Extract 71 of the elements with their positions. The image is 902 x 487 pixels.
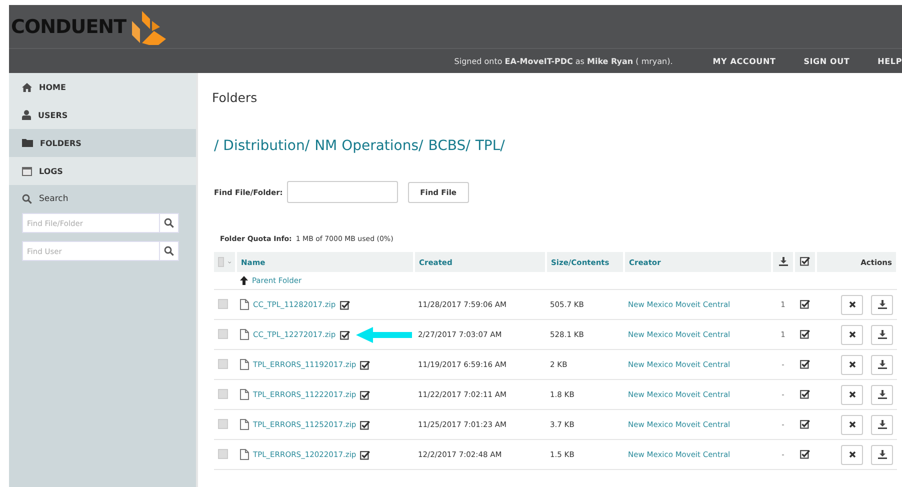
row-checkbox[interactable] — [218, 448, 228, 458]
search-icon — [164, 246, 174, 256]
header-link[interactable]: HELP — [878, 56, 902, 66]
download-icon — [878, 360, 886, 369]
search-icon — [164, 218, 174, 228]
delete-button[interactable] — [841, 444, 863, 464]
select-all-checkbox[interactable] — [218, 257, 224, 267]
file-icon — [240, 329, 249, 340]
delete-button[interactable] — [841, 324, 863, 344]
header-link[interactable]: MY ACCOUNT — [712, 56, 776, 66]
search-icon — [22, 194, 32, 204]
calendar-icon — [22, 166, 32, 176]
breadcrumb-link[interactable]: BCBS/ — [428, 138, 470, 154]
download-button[interactable] — [871, 384, 893, 404]
row-checkbox[interactable] — [218, 328, 228, 338]
row-checkbox[interactable] — [218, 418, 228, 428]
download-button[interactable] — [871, 414, 893, 434]
download-icon — [878, 420, 886, 429]
up-arrow-icon — [240, 276, 248, 285]
breadcrumb-link[interactable]: NM Operations/ — [314, 138, 424, 154]
checked-box-icon — [360, 360, 370, 370]
download-button[interactable] — [871, 444, 893, 464]
find-field[interactable] — [286, 181, 398, 203]
close-icon — [848, 361, 856, 368]
breadcrumb-link[interactable]: TPL/ — [475, 138, 505, 154]
download-icon — [878, 390, 886, 399]
checked-box-icon — [360, 390, 370, 400]
download-button[interactable] — [871, 294, 893, 314]
logo-text: CONDUENT — [11, 16, 126, 38]
close-icon — [848, 421, 856, 428]
download-icon — [878, 330, 886, 339]
row-checkbox[interactable] — [218, 388, 228, 398]
delete-button[interactable] — [841, 384, 863, 404]
folder-icon — [22, 139, 33, 147]
row-checkbox[interactable] — [218, 358, 228, 368]
file-icon — [240, 389, 249, 400]
signed-in-text: Signed onto EA-MoveIT-PDC as Mike Ryan ( mryan). — [454, 56, 673, 66]
home-icon — [22, 82, 32, 92]
file-icon — [240, 419, 249, 430]
page-title: Folders — [212, 90, 258, 105]
breadcrumb-link[interactable]: / Distribution/ — [214, 138, 310, 154]
delete-button[interactable] — [841, 414, 863, 434]
checked-box-icon — [360, 420, 370, 430]
search-heading: Search — [39, 194, 68, 204]
row-checkbox[interactable] — [218, 298, 228, 308]
logo-icon — [132, 8, 168, 44]
checked-box-icon — [340, 300, 350, 310]
user-icon — [22, 110, 31, 120]
checked-box-icon — [360, 450, 370, 460]
download-button[interactable] — [871, 354, 893, 374]
search-button[interactable] — [159, 213, 179, 233]
nav-item[interactable]: LOGS — [9, 157, 196, 185]
download-button[interactable] — [871, 324, 893, 344]
close-icon — [848, 301, 856, 308]
close-icon — [848, 331, 856, 338]
download-icon — [878, 450, 886, 459]
download-icon — [778, 256, 788, 266]
nav-item[interactable]: USERS — [9, 101, 196, 129]
header-link[interactable]: SIGN OUT — [804, 56, 850, 66]
checked-box-icon — [340, 330, 350, 340]
close-icon — [848, 391, 856, 398]
search-button[interactable] — [159, 241, 179, 261]
delete-button[interactable] — [841, 294, 863, 314]
check-icon — [800, 256, 810, 266]
delete-button[interactable] — [841, 354, 863, 374]
close-icon — [848, 451, 856, 458]
file-icon — [240, 299, 249, 310]
file-icon — [240, 359, 249, 370]
nav-item[interactable]: HOME — [9, 73, 196, 101]
file-icon — [240, 449, 249, 460]
download-icon — [878, 300, 886, 309]
